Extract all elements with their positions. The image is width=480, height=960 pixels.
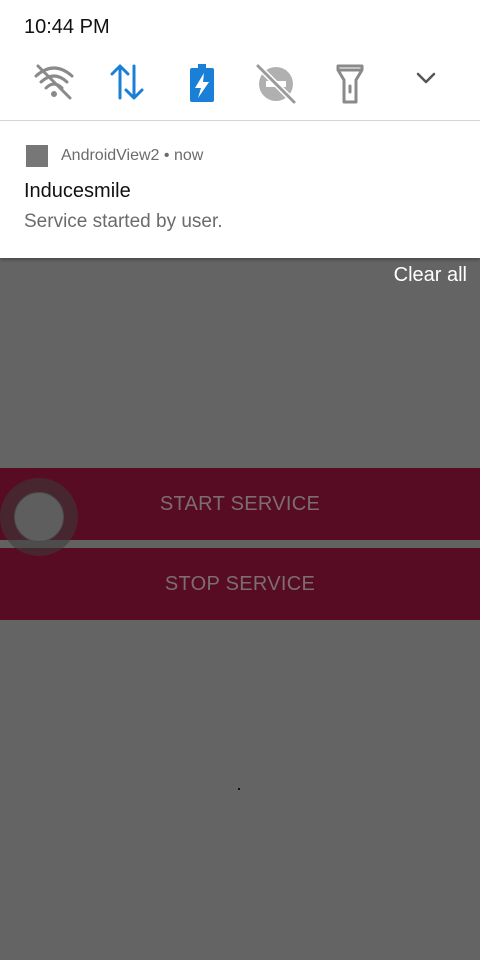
- notification-title: Inducesmile: [24, 180, 131, 202]
- app-icon: [26, 145, 48, 167]
- notification-separator: •: [163, 147, 170, 164]
- status-time: 10:44 PM: [24, 16, 110, 38]
- stray-pixel: [238, 788, 240, 790]
- expand-chevron-icon[interactable]: [402, 60, 450, 108]
- start-service-label: START SERVICE: [159, 492, 321, 515]
- divider: [0, 540, 480, 548]
- quick-settings-panel: 10:44 PM: [0, 0, 480, 121]
- clear-all-button[interactable]: Clear all: [394, 264, 467, 287]
- touch-indicator-center: [14, 492, 64, 542]
- battery-saver-icon[interactable]: [178, 60, 226, 108]
- stop-service-button[interactable]: STOP SERVICE: [0, 548, 480, 620]
- notification-header: AndroidView2 • now: [61, 147, 203, 165]
- touch-indicator: [0, 478, 78, 556]
- notification-text: Service started by user.: [24, 211, 223, 232]
- notification-card[interactable]: AndroidView2 • now Inducesmile Service s…: [0, 121, 480, 258]
- wifi-off-icon[interactable]: [30, 60, 78, 108]
- notification-app-name: AndroidView2: [61, 147, 160, 164]
- do-not-disturb-icon[interactable]: [252, 60, 300, 108]
- stop-service-label: STOP SERVICE: [164, 572, 316, 595]
- flashlight-icon[interactable]: [326, 60, 374, 108]
- notification-time: now: [173, 147, 204, 164]
- mobile-data-icon[interactable]: [104, 60, 152, 108]
